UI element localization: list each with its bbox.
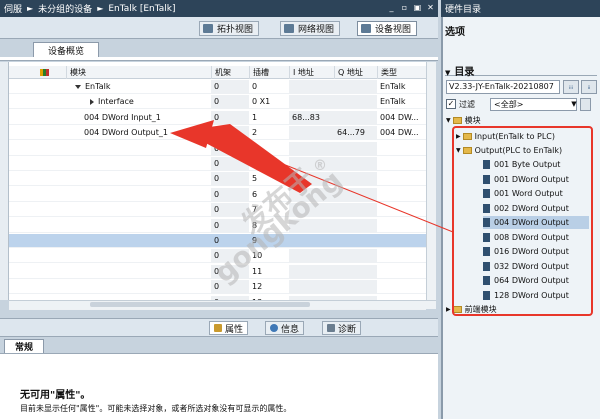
watermark-mark: ®	[313, 158, 327, 174]
